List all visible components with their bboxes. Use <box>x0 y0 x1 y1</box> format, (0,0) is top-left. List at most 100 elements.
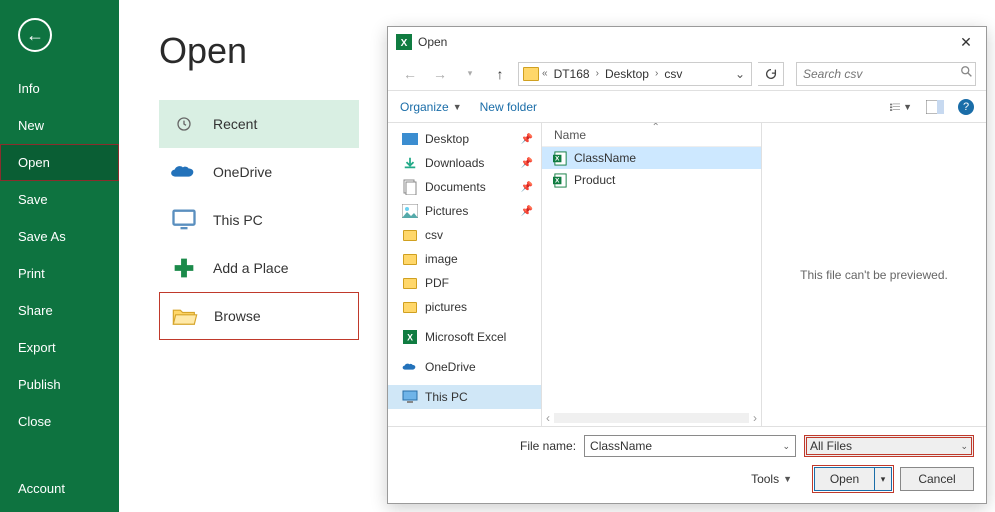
dialog-title: Open <box>418 35 954 49</box>
breadcrumb-segment[interactable]: DT168 <box>551 67 593 81</box>
place-list: Recent OneDrive This PC Add a Place Brow <box>159 100 359 340</box>
filetype-select[interactable]: All Files ⌄ <box>804 435 974 457</box>
view-options-button[interactable]: ▼ <box>890 98 912 116</box>
search-icon <box>960 65 974 82</box>
pin-icon: 📌 <box>521 206 533 217</box>
documents-icon <box>402 179 418 195</box>
sidebar-item-save[interactable]: Save <box>0 181 119 218</box>
sidebar-item-open[interactable]: Open <box>0 144 119 181</box>
navpane-image[interactable]: image <box>388 247 541 271</box>
plus-icon <box>169 253 199 283</box>
preview-pane: This file can't be previewed. <box>762 123 986 426</box>
onedrive-icon <box>402 359 418 375</box>
chevron-right-icon: › <box>595 68 600 79</box>
clock-icon <box>169 109 199 139</box>
back-arrow-icon: ← <box>26 26 44 44</box>
search-input[interactable] <box>803 67 960 81</box>
horizontal-scrollbar[interactable]: ‹ › <box>542 410 761 426</box>
sidebar-item-info[interactable]: Info <box>0 70 119 107</box>
newfolder-button[interactable]: New folder <box>480 100 537 114</box>
chevron-down-icon: ▼ <box>903 102 912 112</box>
place-browse[interactable]: Browse <box>159 292 359 340</box>
nav-forward-button[interactable]: → <box>428 62 452 86</box>
excel-file-icon: X <box>552 150 568 166</box>
place-addplace[interactable]: Add a Place <box>159 244 359 292</box>
open-button[interactable]: Open ▾ <box>814 467 892 491</box>
place-label: This PC <box>213 212 263 228</box>
scroll-right-icon[interactable]: › <box>753 411 757 425</box>
nav-up-button[interactable]: ↑ <box>488 62 512 86</box>
dialog-bottom-bar: File name: ClassName ⌄ All Files ⌄ Tools… <box>388 426 986 503</box>
sort-caret-icon: ⌃ <box>652 123 660 133</box>
place-label: Add a Place <box>213 260 289 276</box>
navpane-pictures[interactable]: Pictures📌 <box>388 199 541 223</box>
breadcrumb-dropdown[interactable]: ⌄ <box>733 67 747 81</box>
navpane-downloads[interactable]: Downloads📌 <box>388 151 541 175</box>
preview-message: This file can't be previewed. <box>800 268 948 282</box>
sidebar-item-share[interactable]: Share <box>0 292 119 329</box>
sidebar-item-new[interactable]: New <box>0 107 119 144</box>
place-recent[interactable]: Recent <box>159 100 359 148</box>
preview-pane-button[interactable] <box>924 98 946 116</box>
back-button[interactable]: ← <box>18 18 52 52</box>
nav-recent-button[interactable]: ▾ <box>458 62 482 86</box>
sidebar-item-account[interactable]: Account <box>0 470 119 507</box>
open-file-dialog: X Open ✕ ← → ▾ ↑ « DT168 › Desktop › csv… <box>387 26 987 504</box>
pictures-icon <box>402 203 418 219</box>
onedrive-icon <box>169 157 199 187</box>
filename-input[interactable]: ClassName ⌄ <box>584 435 796 457</box>
svg-text:X: X <box>401 38 408 49</box>
dialog-titlebar: X Open ✕ <box>388 27 986 57</box>
navpane-pdf[interactable]: PDF <box>388 271 541 295</box>
place-label: OneDrive <box>213 164 272 180</box>
breadcrumb[interactable]: « DT168 › Desktop › csv ⌄ <box>518 62 752 86</box>
file-row[interactable]: X Product <box>542 169 761 191</box>
navpane-csv[interactable]: csv <box>388 223 541 247</box>
desktop-icon <box>402 131 418 147</box>
scroll-left-icon[interactable]: ‹ <box>546 411 550 425</box>
backstage-sidebar: ← Info New Open Save Save As Print Share… <box>0 0 119 512</box>
dialog-navbar: ← → ▾ ↑ « DT168 › Desktop › csv ⌄ <box>388 57 986 91</box>
navpane-documents[interactable]: Documents📌 <box>388 175 541 199</box>
sidebar-item-saveas[interactable]: Save As <box>0 218 119 255</box>
breadcrumb-segment[interactable]: csv <box>661 67 685 81</box>
place-label: Recent <box>213 116 257 132</box>
folder-icon <box>523 67 539 81</box>
chevron-down-icon: ▼ <box>453 102 462 112</box>
navpane-desktop[interactable]: Desktop📌 <box>388 127 541 151</box>
chevron-down-icon[interactable]: ⌄ <box>782 441 790 452</box>
place-onedrive[interactable]: OneDrive <box>159 148 359 196</box>
place-thispc[interactable]: This PC <box>159 196 359 244</box>
navpane-thispc[interactable]: This PC <box>388 385 541 409</box>
open-dropdown-arrow[interactable]: ▾ <box>875 468 891 490</box>
help-button[interactable]: ? <box>958 99 974 115</box>
sidebar-item-close[interactable]: Close <box>0 403 119 440</box>
folder-icon <box>402 227 418 243</box>
dialog-toolbar: Organize▼ New folder ▼ ? <box>388 91 986 123</box>
navpane-onedrive[interactable]: OneDrive <box>388 355 541 379</box>
breadcrumb-segment[interactable]: Desktop <box>602 67 652 81</box>
monitor-icon <box>169 205 199 235</box>
sidebar-item-export[interactable]: Export <box>0 329 119 366</box>
place-label: Browse <box>214 308 261 324</box>
close-button[interactable]: ✕ <box>954 30 978 54</box>
folder-open-icon <box>170 301 200 331</box>
tools-dropdown[interactable]: Tools ▼ <box>751 472 792 486</box>
organize-button[interactable]: Organize▼ <box>400 100 462 114</box>
file-pane: ⌃ Name X ClassName X Product ‹ › T <box>542 123 986 426</box>
cancel-button[interactable]: Cancel <box>900 467 974 491</box>
search-box[interactable] <box>796 62 976 86</box>
navpane-pictures2[interactable]: pictures <box>388 295 541 319</box>
breadcrumb-chevron-icon: « <box>541 68 549 79</box>
refresh-button[interactable] <box>758 62 784 86</box>
sidebar-item-publish[interactable]: Publish <box>0 366 119 403</box>
file-row[interactable]: X ClassName <box>542 147 761 169</box>
excel-icon: X <box>402 329 418 345</box>
pin-icon: 📌 <box>521 134 533 145</box>
folder-icon <box>402 251 418 267</box>
sidebar-item-print[interactable]: Print <box>0 255 119 292</box>
nav-back-button[interactable]: ← <box>398 62 422 86</box>
navpane-excel[interactable]: X Microsoft Excel <box>388 325 541 349</box>
column-header-name[interactable]: ⌃ Name <box>542 123 761 147</box>
download-icon <box>402 155 418 171</box>
